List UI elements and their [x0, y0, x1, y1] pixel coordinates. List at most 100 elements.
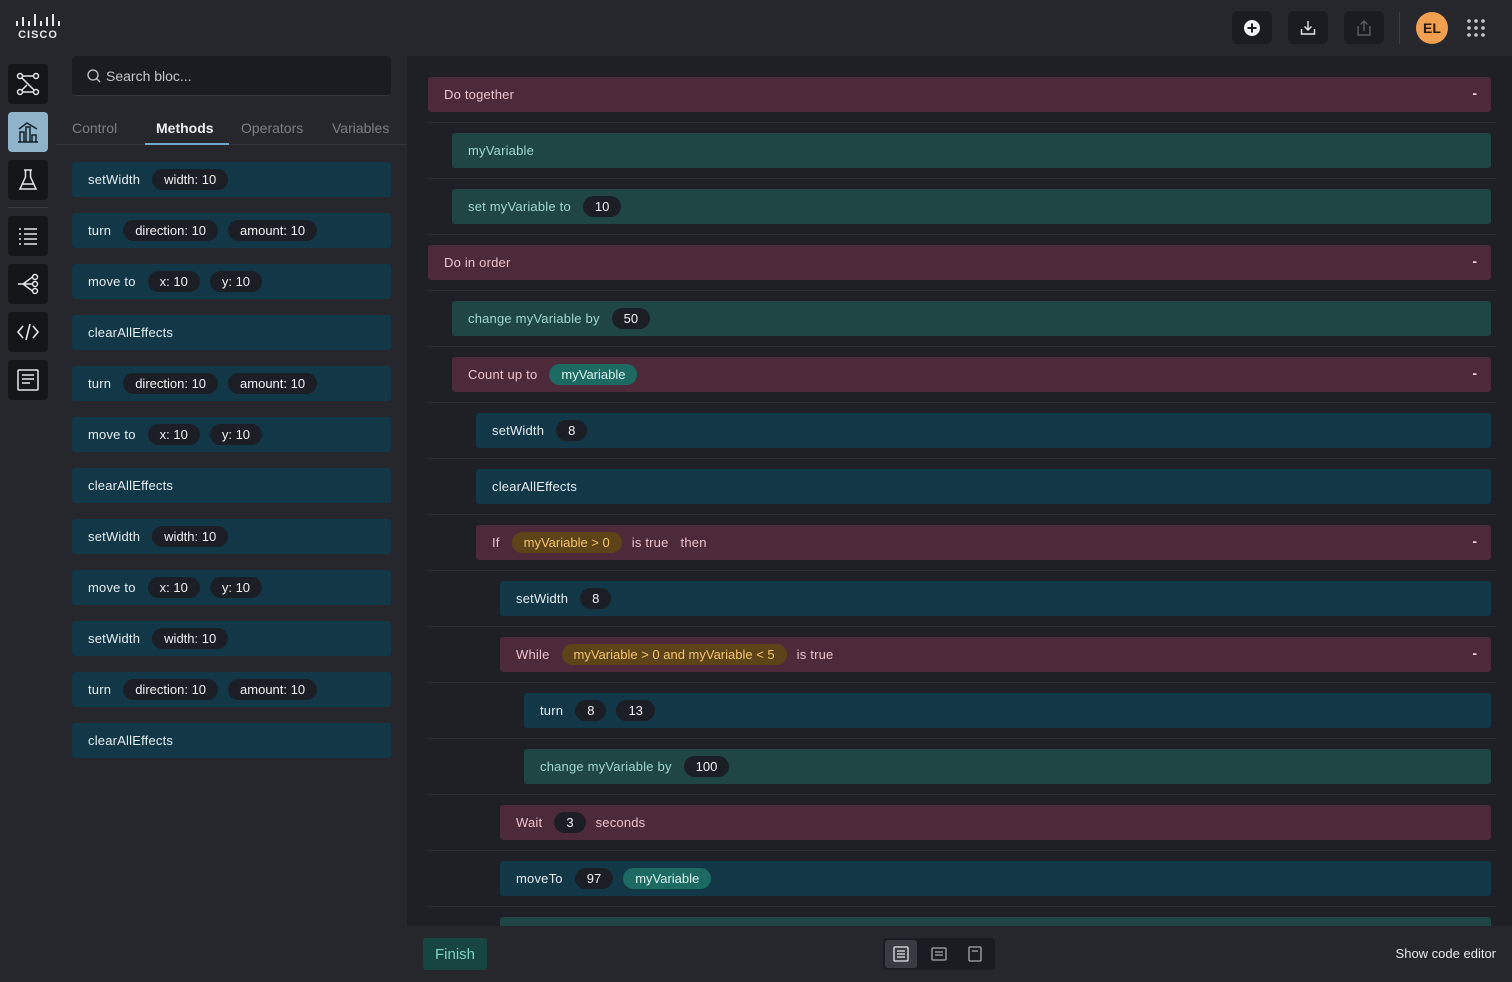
program-block-block[interactable] [500, 917, 1491, 926]
program-block-change-myvariable-by[interactable]: change myVariable by 50 [452, 301, 1491, 336]
collapse-toggle[interactable]: - [1472, 365, 1477, 381]
search-input[interactable]: Search bloc... [106, 68, 192, 84]
program-block-count-up-to[interactable]: Count up to myVariable - [452, 357, 1491, 392]
value-pill[interactable]: 13 [616, 700, 655, 721]
value-pill[interactable]: 97 [574, 868, 614, 889]
param-pill[interactable]: direction: 10 [123, 679, 219, 700]
row-divider [428, 850, 1496, 851]
block-label: setWidth [88, 529, 141, 544]
tab-control[interactable]: Control [72, 120, 117, 136]
param-pill[interactable]: x: 10 [147, 577, 200, 598]
value-pill[interactable]: 8 [575, 700, 607, 721]
value-pill[interactable]: 8 [556, 420, 588, 441]
block-label: If [492, 535, 500, 550]
nav-workflow[interactable] [8, 64, 48, 104]
nav-document[interactable] [8, 360, 48, 400]
variable-pill[interactable]: myVariable [623, 868, 712, 889]
program-block-set-myvariable-to[interactable]: set myVariable to 10 [452, 189, 1491, 224]
param-pill[interactable]: y: 10 [209, 577, 263, 598]
variable-pill[interactable]: myVariable [549, 364, 638, 385]
program-block-setwidth[interactable]: setWidth 8 [476, 413, 1491, 448]
nav-blocks[interactable] [8, 112, 48, 152]
share-button[interactable] [1344, 11, 1384, 44]
collapse-toggle[interactable]: - [1472, 253, 1477, 269]
param-pill[interactable]: width: 10 [152, 169, 229, 190]
program-canvas[interactable]: Do together - myVariable set myVariable to 1… [407, 56, 1512, 926]
view-full-icon [893, 946, 909, 962]
palette-block-setwidth[interactable]: setWidth width: 10 [72, 162, 391, 197]
value-pill[interactable]: 10 [582, 196, 622, 217]
row-divider [428, 346, 1496, 347]
finish-button[interactable]: Finish [423, 938, 487, 970]
param-pill[interactable]: y: 10 [209, 424, 263, 445]
param-pill[interactable]: amount: 10 [228, 220, 318, 241]
palette-block-move-to[interactable]: move to x: 10 y: 10 [72, 417, 391, 452]
palette-block-turn[interactable]: turn direction: 10 amount: 10 [72, 672, 391, 707]
palette-block-clearalleffects[interactable]: clearAllEffects [72, 723, 391, 758]
block-label: change myVariable by [468, 311, 600, 326]
program-block-change-myvariable-by[interactable]: change myVariable by 100 [524, 749, 1491, 784]
collapse-toggle[interactable]: - [1472, 85, 1477, 101]
download-button[interactable] [1288, 11, 1328, 44]
block-label: turn [88, 682, 112, 697]
program-block-clearalleffects[interactable]: clearAllEffects [476, 469, 1491, 504]
param-pill[interactable]: direction: 10 [123, 220, 219, 241]
view-full-button[interactable] [885, 940, 917, 968]
block-label: turn [88, 376, 112, 391]
condition-pill[interactable]: myVariable > 0 and myVariable < 5 [561, 644, 787, 665]
search-field[interactable]: Search bloc... [72, 56, 391, 96]
view-compact-button[interactable] [923, 940, 955, 968]
palette-block-setwidth[interactable]: setWidth width: 10 [72, 519, 391, 554]
palette-block-move-to[interactable]: move to x: 10 y: 10 [72, 570, 391, 605]
share-icon [1357, 19, 1371, 36]
palette-block-move-to[interactable]: move to x: 10 y: 10 [72, 264, 391, 299]
value-pill[interactable]: 8 [580, 588, 612, 609]
nav-list[interactable] [8, 216, 48, 256]
program-block-do-in-order[interactable]: Do in order - [428, 245, 1491, 280]
nav-code[interactable] [8, 312, 48, 352]
collapse-toggle[interactable]: - [1472, 645, 1477, 661]
value-pill[interactable]: 50 [611, 308, 651, 329]
view-minimal-button[interactable] [959, 940, 991, 968]
tab-methods[interactable]: Methods [156, 120, 214, 136]
tab-variables[interactable]: Variables [332, 120, 389, 136]
program-block-moveto[interactable]: moveTo 97 myVariable [500, 861, 1491, 896]
nav-share-nodes[interactable] [8, 264, 48, 304]
program-block-while[interactable]: While myVariable > 0 and myVariable < 5 is… [500, 637, 1491, 672]
param-pill[interactable]: y: 10 [209, 271, 263, 292]
nav-lab[interactable] [8, 160, 48, 200]
view-minimal-icon [968, 946, 982, 962]
nav-divider [8, 207, 48, 208]
palette-block-setwidth[interactable]: setWidth width: 10 [72, 621, 391, 656]
param-pill[interactable]: width: 10 [152, 628, 229, 649]
avatar[interactable]: EL [1416, 12, 1448, 44]
program-block-wait[interactable]: Wait 3 seconds [500, 805, 1491, 840]
block-label: setWidth [492, 423, 545, 438]
palette-block-clearalleffects[interactable]: clearAllEffects [72, 315, 391, 350]
apps-grid-icon[interactable] [1466, 18, 1486, 38]
param-pill[interactable]: direction: 10 [123, 373, 219, 394]
param-pill[interactable]: x: 10 [147, 424, 200, 445]
param-pill[interactable]: x: 10 [147, 271, 200, 292]
program-block-do-together[interactable]: Do together - [428, 77, 1491, 112]
tab-operators[interactable]: Operators [241, 120, 303, 136]
palette-tabs: Control Methods Operators Variables [56, 112, 407, 145]
cisco-logo[interactable]: CISCO [15, 14, 63, 42]
add-button[interactable] [1232, 11, 1272, 44]
program-block-turn[interactable]: turn 8 13 [524, 693, 1491, 728]
param-pill[interactable]: width: 10 [152, 526, 229, 547]
collapse-toggle[interactable]: - [1472, 533, 1477, 549]
show-code-editor-button[interactable]: Show code editor [1396, 946, 1496, 961]
palette-block-turn[interactable]: turn direction: 10 amount: 10 [72, 213, 391, 248]
program-block-if[interactable]: If myVariable > 0 is true then - [476, 525, 1491, 560]
program-block-myvariable[interactable]: myVariable [452, 133, 1491, 168]
param-pill[interactable]: amount: 10 [228, 373, 318, 394]
palette-block-turn[interactable]: turn direction: 10 amount: 10 [72, 366, 391, 401]
value-pill[interactable]: 3 [554, 812, 586, 833]
param-pill[interactable]: amount: 10 [228, 679, 318, 700]
program-block-setwidth[interactable]: setWidth 8 [500, 581, 1491, 616]
condition-pill[interactable]: myVariable > 0 [511, 532, 622, 553]
value-pill[interactable]: 100 [683, 756, 730, 777]
palette-block-clearalleffects[interactable]: clearAllEffects [72, 468, 391, 503]
list-icon [19, 228, 37, 245]
